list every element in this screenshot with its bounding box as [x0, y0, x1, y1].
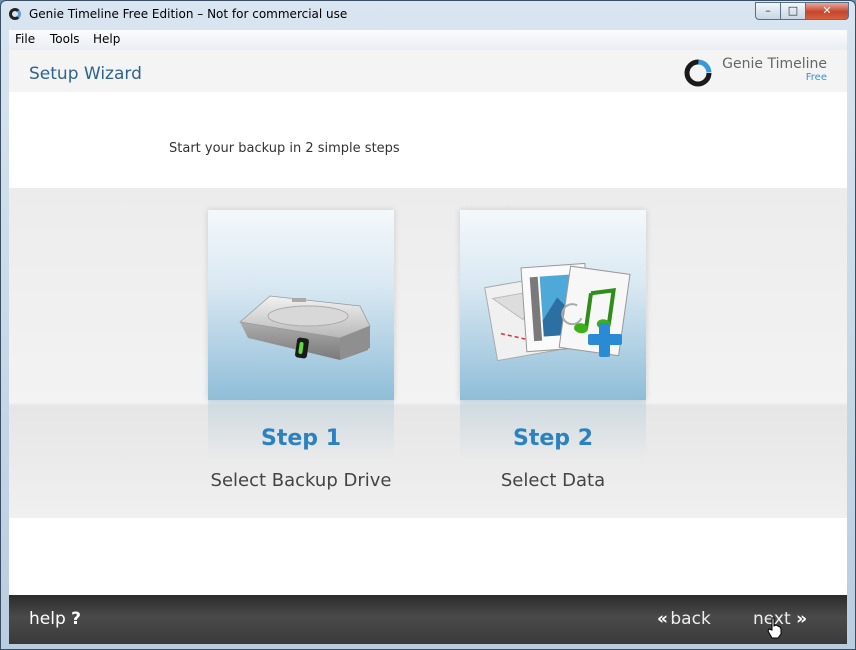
- close-button[interactable]: ✕: [805, 2, 849, 20]
- window-controls: – □ ✕: [755, 2, 849, 20]
- back-chevron-icon: «: [657, 609, 668, 629]
- back-button[interactable]: « back: [657, 609, 711, 629]
- wizard-header: Setup Wizard Genie Timeline Free: [9, 50, 847, 92]
- menu-bar: File Tools Help: [9, 30, 847, 51]
- step-1-title[interactable]: Step 1: [208, 426, 394, 451]
- step-2-label[interactable]: Select Data: [460, 470, 646, 491]
- genie-logo-icon: [684, 59, 712, 87]
- help-label: help: [29, 609, 66, 629]
- brand-edition: Free: [805, 72, 827, 83]
- title-bar[interactable]: Genie Timeline Free Edition – Not for co…: [1, 1, 855, 29]
- hard-drive-icon: [239, 295, 371, 360]
- wizard-footer: help ? « back next »: [9, 595, 847, 644]
- wizard-content: Setup Wizard Genie Timeline Free Start y…: [9, 50, 847, 644]
- maximize-button[interactable]: □: [780, 2, 806, 20]
- hand-cursor-icon: [767, 617, 782, 639]
- minimize-button[interactable]: –: [755, 2, 781, 20]
- steps-band: [9, 188, 847, 518]
- menu-file[interactable]: File: [15, 32, 35, 46]
- documents-music-icon: [484, 262, 631, 362]
- back-label: back: [670, 609, 711, 629]
- brand-name: Genie Timeline: [722, 56, 827, 72]
- next-chevron-icon: »: [796, 609, 807, 629]
- menu-help[interactable]: Help: [93, 32, 120, 46]
- step-2-card[interactable]: [460, 210, 646, 400]
- help-button[interactable]: help ?: [29, 609, 81, 629]
- step-2-title[interactable]: Step 2: [460, 426, 646, 451]
- window-title: Genie Timeline Free Edition – Not for co…: [29, 7, 348, 21]
- app-window: Genie Timeline Free Edition – Not for co…: [0, 0, 856, 650]
- intro-text: Start your backup in 2 simple steps: [169, 141, 400, 156]
- page-title: Setup Wizard: [29, 64, 142, 84]
- step-1-label[interactable]: Select Backup Drive: [208, 470, 394, 491]
- menu-tools[interactable]: Tools: [50, 32, 80, 46]
- help-question-icon: ?: [71, 609, 82, 629]
- app-logo-icon: [9, 8, 21, 20]
- step-1-card[interactable]: [208, 210, 394, 400]
- brand: Genie Timeline Free: [722, 56, 827, 83]
